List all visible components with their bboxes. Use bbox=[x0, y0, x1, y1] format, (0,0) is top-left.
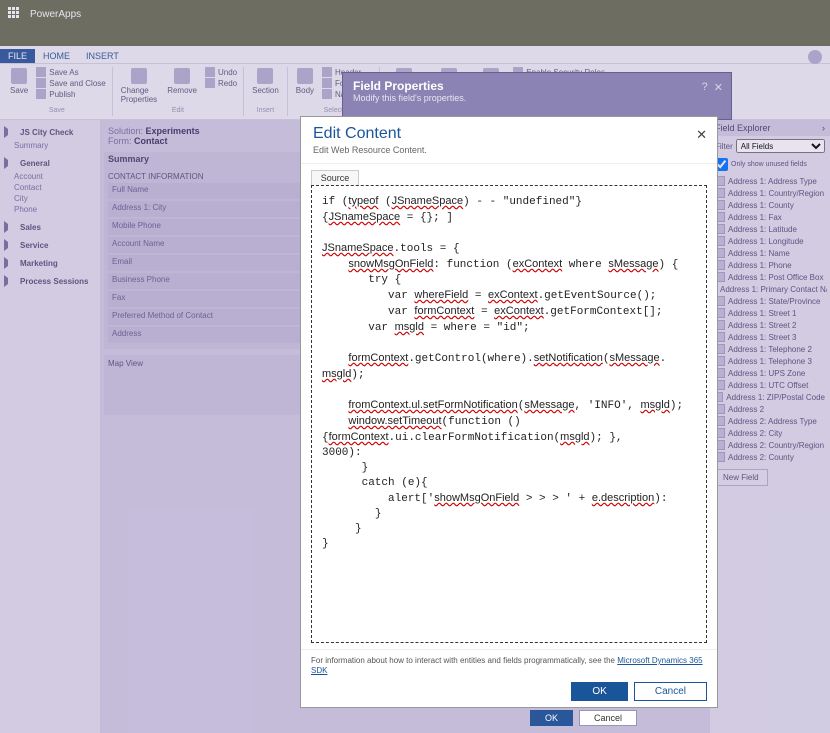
field-item[interactable]: Address 1: Fax bbox=[713, 211, 827, 223]
change-props-button[interactable]: Change Properties bbox=[119, 67, 159, 105]
field-item[interactable]: Address 2: Country/Region bbox=[713, 439, 827, 451]
tab-file[interactable]: FILE bbox=[0, 49, 35, 63]
field-item[interactable]: Address 1: Country/Region bbox=[713, 187, 827, 199]
left-nav: JS City Check Summary General Account Co… bbox=[0, 120, 100, 733]
field-item[interactable]: Address 1: UPS Zone bbox=[713, 367, 827, 379]
dialog-cancel-button[interactable]: Cancel bbox=[634, 682, 707, 701]
body-button[interactable]: Body bbox=[294, 67, 316, 99]
tab-insert[interactable]: INSERT bbox=[78, 49, 127, 63]
field-item[interactable]: Address 1: Telephone 3 bbox=[713, 355, 827, 367]
dialog-title: Edit Content bbox=[313, 125, 705, 143]
field-item[interactable]: Address 1: Street 3 bbox=[713, 331, 827, 343]
titlebar: PowerApps bbox=[0, 0, 830, 28]
field-item[interactable]: Address 2: City bbox=[713, 427, 827, 439]
field-item[interactable]: Address 1: Name bbox=[713, 247, 827, 259]
code-editor[interactable]: if (typeof (JSnameSpace) - - "undefined"… bbox=[311, 185, 707, 643]
app-launcher-icon[interactable] bbox=[8, 7, 22, 21]
dialog-info: For information about how to interact wi… bbox=[311, 656, 707, 676]
filter-select[interactable]: All Fields bbox=[736, 139, 825, 153]
field-item[interactable]: Address 1: Primary Contact Name bbox=[713, 283, 827, 295]
edit-content-dialog: Edit Content Edit Web Resource Content. … bbox=[300, 116, 718, 708]
tab-home[interactable]: HOME bbox=[35, 49, 78, 63]
field-item[interactable]: Address 1: Telephone 2 bbox=[713, 343, 827, 355]
nav-item[interactable]: Summary bbox=[4, 140, 96, 151]
nav-sec-js[interactable]: JS City Check bbox=[4, 126, 96, 138]
field-explorer: Field Explorer› Filter All Fields Only s… bbox=[710, 120, 830, 733]
app-name: PowerApps bbox=[30, 9, 81, 20]
nav-sec-general[interactable]: General bbox=[4, 157, 96, 169]
nav-sec-sales[interactable]: Sales bbox=[4, 221, 96, 233]
field-item[interactable]: Address 1: Post Office Box bbox=[713, 271, 827, 283]
save-button[interactable]: Save bbox=[8, 67, 30, 99]
nav-sec-service[interactable]: Service bbox=[4, 239, 96, 251]
field-item[interactable]: Address 1: Phone bbox=[713, 259, 827, 271]
nav-sec-process[interactable]: Process Sessions bbox=[4, 275, 96, 287]
undo-button[interactable]: Undo bbox=[205, 67, 237, 77]
fp-ok-button[interactable]: OK bbox=[530, 710, 573, 726]
field-item[interactable]: Address 1: Street 1 bbox=[713, 307, 827, 319]
dialog-ok-button[interactable]: OK bbox=[571, 682, 627, 701]
field-item[interactable]: Address 2: Address Type bbox=[713, 415, 827, 427]
section-button[interactable]: Section bbox=[250, 67, 281, 96]
field-item[interactable]: Address 1: Longitude bbox=[713, 235, 827, 247]
field-item[interactable]: Address 1: Street 2 bbox=[713, 319, 827, 331]
field-properties-panel: Field Properties Modify this field's pro… bbox=[342, 72, 732, 120]
close-icon[interactable]: ✕ bbox=[714, 81, 723, 94]
field-item[interactable]: Address 1: Latitude bbox=[713, 223, 827, 235]
dialog-close-icon[interactable]: ✕ bbox=[696, 127, 707, 143]
help-icon[interactable]: ? bbox=[702, 81, 708, 94]
remove-button[interactable]: Remove bbox=[165, 67, 199, 105]
field-item[interactable]: Address 1: County bbox=[713, 199, 827, 211]
source-tab[interactable]: Source bbox=[311, 170, 359, 185]
ribbon-tabs: FILE HOME INSERT bbox=[0, 46, 830, 64]
gear-icon[interactable] bbox=[808, 50, 822, 64]
field-item[interactable]: Address 1: UTC Offset bbox=[713, 379, 827, 391]
menubar bbox=[0, 28, 830, 46]
field-item[interactable]: Address 1: ZIP/Postal Code bbox=[713, 391, 827, 403]
publish-button[interactable]: Publish bbox=[36, 89, 105, 99]
field-item[interactable]: Address 2: County bbox=[713, 451, 827, 463]
new-field-button[interactable]: New Field bbox=[714, 469, 768, 486]
field-item[interactable]: Address 1: Address Type bbox=[713, 175, 827, 187]
chevron-right-icon[interactable]: › bbox=[822, 123, 825, 133]
nav-sec-marketing[interactable]: Marketing bbox=[4, 257, 96, 269]
field-item[interactable]: Address 1: State/Province bbox=[713, 295, 827, 307]
save-as-button[interactable]: Save As bbox=[36, 67, 105, 77]
fp-cancel-button[interactable]: Cancel bbox=[579, 710, 637, 726]
redo-button[interactable]: Redo bbox=[205, 78, 237, 88]
save-close-button[interactable]: Save and Close bbox=[36, 78, 105, 88]
field-item[interactable]: Address 2 bbox=[713, 403, 827, 415]
